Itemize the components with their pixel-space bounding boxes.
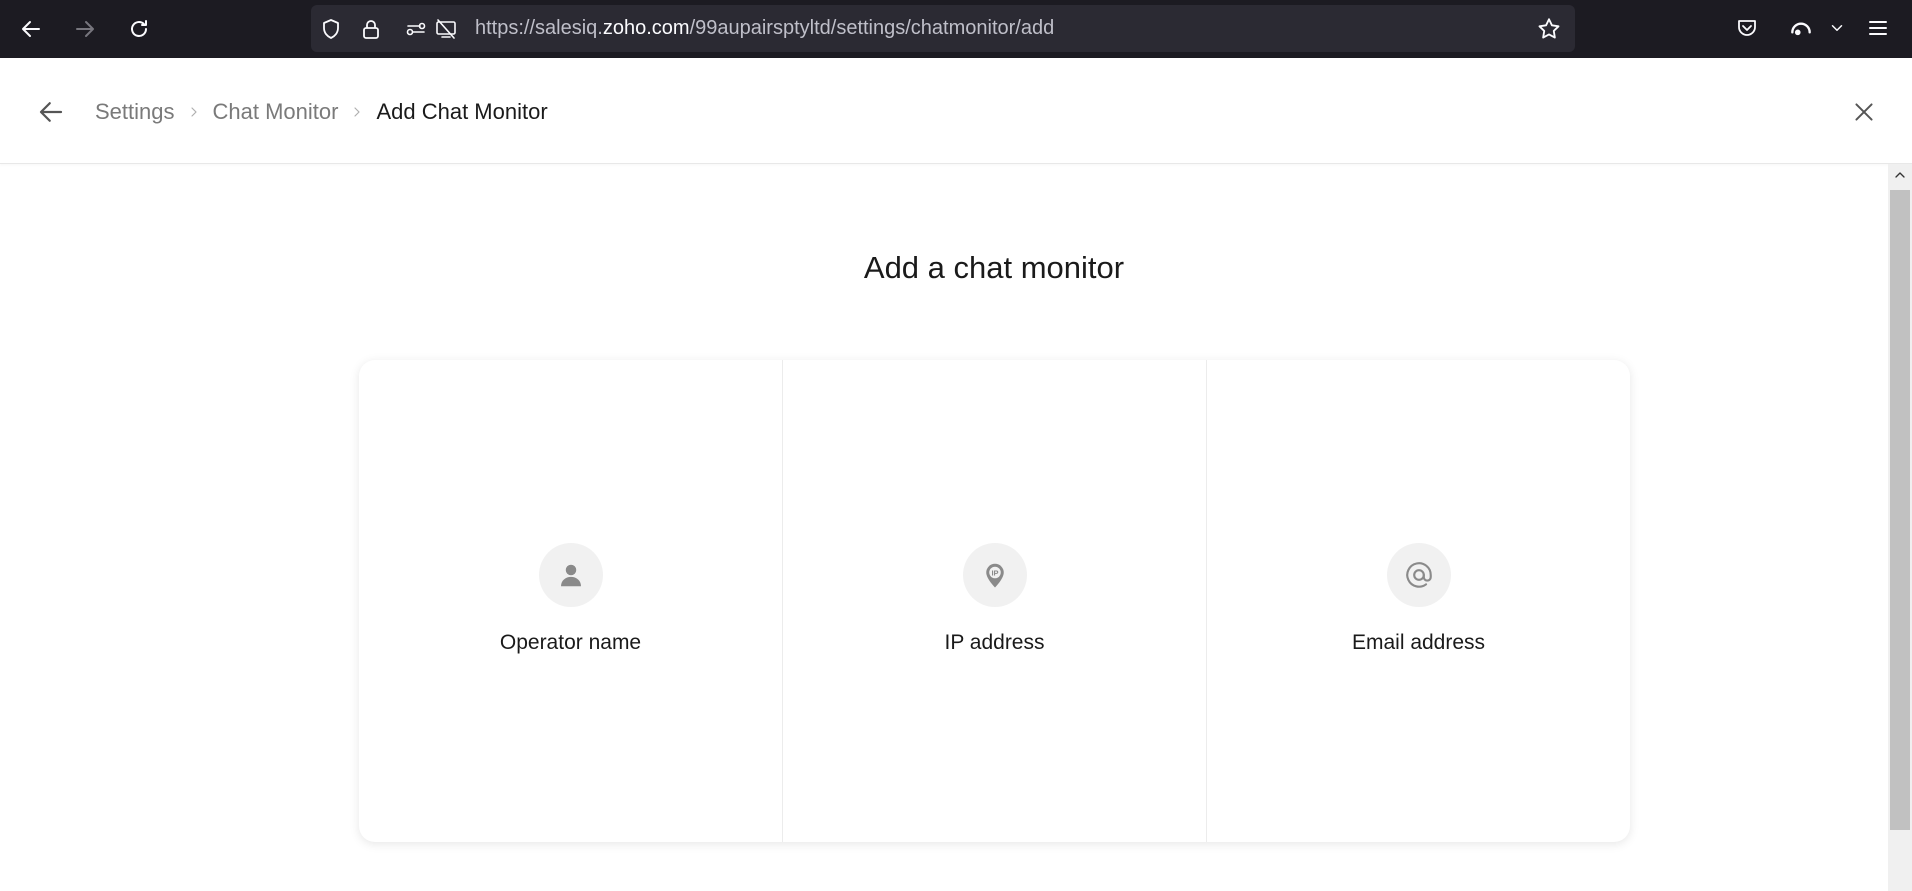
- option-label: IP address: [944, 631, 1045, 654]
- option-operator-name[interactable]: Operator name: [359, 360, 783, 842]
- arrow-left-icon: [39, 102, 63, 122]
- svg-text:IP: IP: [991, 569, 998, 578]
- chevron-down-icon[interactable]: [1822, 13, 1852, 43]
- breadcrumb: Settings Chat Monitor Add Chat Monitor: [95, 94, 548, 130]
- option-label: Email address: [1351, 631, 1486, 654]
- chevron-right-icon: [338, 104, 376, 120]
- breadcrumb-chat-monitor[interactable]: Chat Monitor: [213, 99, 339, 125]
- app-header: Settings Chat Monitor Add Chat Monitor: [0, 58, 1912, 164]
- page-title: Add a chat monitor: [863, 250, 1125, 285]
- url-domain: zoho.com: [602, 17, 690, 39]
- arrow-left-icon: [22, 21, 40, 37]
- option-email-address[interactable]: Email address: [1207, 360, 1630, 842]
- monitor-type-card: Operator name IP IP address Email addres…: [359, 360, 1630, 842]
- permissions-icon[interactable]: [403, 16, 429, 42]
- screen-share-blocked-icon[interactable]: [433, 16, 459, 42]
- reload-icon: [131, 20, 147, 37]
- browser-forward-button[interactable]: [65, 9, 105, 49]
- browser-back-button[interactable]: [11, 9, 51, 49]
- option-ip-address[interactable]: IP IP address: [783, 360, 1207, 842]
- breadcrumb-settings[interactable]: Settings: [95, 99, 175, 125]
- lock-icon[interactable]: [358, 16, 384, 42]
- person-icon: [538, 543, 603, 607]
- url-text[interactable]: https://salesiq.zoho.com/99aupairsptyltd…: [475, 5, 1054, 52]
- scrollbar-thumb[interactable]: [1890, 190, 1910, 830]
- browser-reload-button[interactable]: [119, 9, 159, 49]
- url-bar[interactable]: https://salesiq.zoho.com/99aupairsptyltd…: [311, 5, 1575, 52]
- arrow-right-icon: [76, 21, 94, 37]
- menu-icon[interactable]: [1863, 13, 1893, 43]
- shield-icon[interactable]: [318, 16, 344, 42]
- at-icon: [1386, 543, 1451, 607]
- chevron-right-icon: [175, 104, 213, 120]
- url-prefix: https://salesiq.: [475, 17, 603, 39]
- browser-toolbar: https://salesiq.zoho.com/99aupairsptyltd…: [0, 0, 1912, 58]
- close-icon: [1855, 103, 1873, 121]
- bookmark-star-icon[interactable]: [1536, 16, 1562, 42]
- option-label: Operator name: [499, 631, 642, 654]
- url-path: /99aupairsptyltd/settings/chatmonitor/ad…: [689, 17, 1055, 39]
- extension-icon[interactable]: [1786, 13, 1816, 43]
- pocket-icon[interactable]: [1732, 13, 1762, 43]
- scroll-up-arrow-icon[interactable]: [1888, 164, 1912, 186]
- back-button[interactable]: [34, 95, 68, 129]
- breadcrumb-current: Add Chat Monitor: [376, 99, 548, 124]
- close-button[interactable]: [1848, 96, 1880, 128]
- ip-pin-icon: IP: [962, 543, 1027, 607]
